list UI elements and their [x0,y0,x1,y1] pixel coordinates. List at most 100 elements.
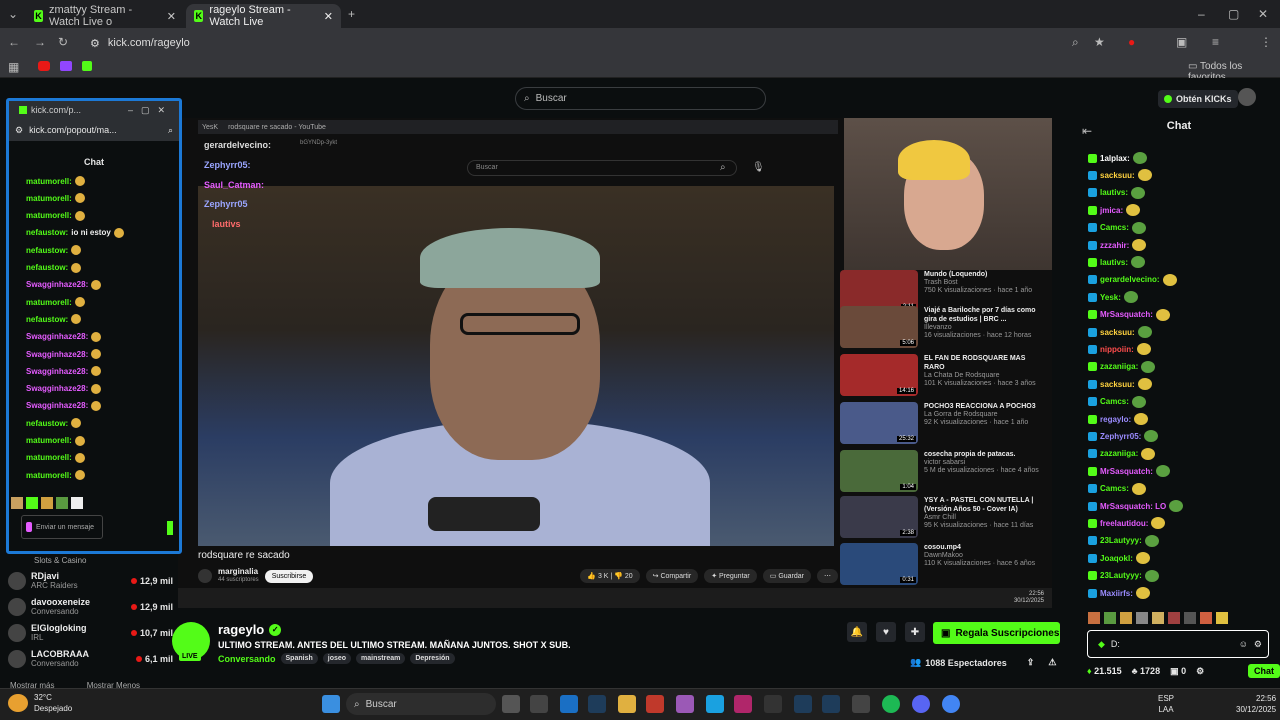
chat-input[interactable]: ◆ D: ☺ ⚙ [1087,630,1269,658]
send-button[interactable] [167,521,173,535]
chat-username[interactable]: zazaniiga: [1100,362,1138,371]
chat-emote-bar[interactable] [1088,612,1268,626]
emote-icon[interactable] [1088,612,1100,624]
taskbar-clock[interactable]: 22:56 30/12/2025 [1236,693,1276,715]
gift-subs-button[interactable]: ▣ Regala Suscripciones [933,622,1060,644]
chat-username[interactable]: matumorell: [26,453,72,462]
edge-icon[interactable] [706,695,724,713]
share-button[interactable]: ↪ Compartir [645,569,699,583]
user-avatar[interactable] [1238,88,1256,106]
sidebar-channel[interactable]: davooxeneize Conversando 12,9 mil [8,594,173,620]
share-icon[interactable]: ⇪ [1027,657,1035,668]
chat-username[interactable]: regaylo: [1100,415,1131,424]
steam-icon[interactable] [588,695,606,713]
close-icon[interactable]: ✕ [324,10,333,23]
tab-search-icon[interactable]: ⌄ [8,7,18,21]
discord-icon[interactable] [912,695,930,713]
chat-username[interactable]: matumorell: [26,177,72,186]
settings-icon[interactable]: ⚙ [15,125,23,136]
chat-username[interactable]: zazaniiga: [1100,449,1138,458]
task-view-icon[interactable] [502,695,520,713]
youtube-icon[interactable] [38,61,50,71]
tab-zmattyy[interactable]: K zmattyy Stream - Watch Live o ✕ [26,4,184,28]
chat-username[interactable]: 23Lautyyy: [1100,571,1142,580]
twitch-icon[interactable] [60,61,72,71]
chat-username[interactable]: Zephyrr05: [1100,432,1141,441]
chat-username[interactable]: Swagginhaze28: [26,367,88,376]
emote-icon[interactable] [1120,612,1132,624]
emote-picker-icon[interactable]: ☺ [1239,639,1248,649]
emote-icon[interactable] [11,497,23,509]
emote-icon[interactable] [71,497,83,509]
chat-username[interactable]: Yesk: [1100,293,1121,302]
mic-icon[interactable]: 🎙 [752,162,765,173]
chat-username[interactable]: MrSasquatch: [1100,310,1153,319]
site-info-icon[interactable]: ⚙ [90,37,100,50]
sidebar-channel[interactable]: RDjavi ARC Raiders 12,9 mil [8,568,173,594]
emote-icon[interactable] [41,497,53,509]
sidebar-channel[interactable]: LACOBRAAA Conversando 6,1 mil [8,646,173,672]
chat-username[interactable]: gerardelvecino: [1100,275,1160,284]
zoom-icon[interactable]: ⌕ [168,125,173,136]
app-icon[interactable] [734,695,752,713]
chat-username[interactable]: nefaustow: [26,263,68,272]
save-button[interactable]: ▭ Guardar [762,569,811,583]
kick-search-input[interactable]: ⌕ Buscar [515,87,766,110]
chat-username[interactable]: MrSasquatch: LO [1100,502,1166,511]
more-button[interactable]: ⋯ [817,569,838,583]
more-vertical-icon[interactable]: ⋮ [1260,35,1272,49]
zoom-icon[interactable]: ⌕ [1072,35,1079,50]
heart-icon[interactable]: ♥ [876,622,896,642]
tab-rageylo[interactable]: K rageylo Stream - Watch Live ✕ [186,4,341,28]
kicks-display[interactable]: ♣ 1728 [1132,666,1160,676]
stream-category[interactable]: Conversando [218,654,276,664]
emote-icon[interactable] [1216,612,1228,624]
obtain-kicks-button[interactable]: Obtén KICKs [1158,90,1238,108]
minimize-icon[interactable]: – [1198,7,1205,21]
popout-url-bar[interactable]: ⚙ kick.com/popout/ma... ⌕ [9,119,179,141]
language-indicator[interactable]: ESP LAA [1158,693,1174,715]
steam-icon[interactable] [822,695,840,713]
chat-username[interactable]: jmica: [1100,206,1123,215]
like-button[interactable]: 👍 3 K | 👎 20 [580,569,640,583]
close-window-icon[interactable]: ✕ [1258,7,1268,21]
chat-username[interactable]: nippoiin: [1100,345,1134,354]
subscribe-button[interactable]: Suscribirse [264,569,314,583]
notification-bell-icon[interactable]: 🔔 [847,622,867,642]
chat-username[interactable]: nefaustow: [26,315,68,324]
chat-username[interactable]: Joaqokl: [1100,554,1133,563]
taskbar-search[interactable]: ⌕ Buscar [346,693,496,715]
report-icon[interactable]: ⚠ [1048,657,1056,668]
file-explorer-icon[interactable] [618,695,636,713]
stream-tag[interactable]: mainstream [356,653,406,664]
chat-username[interactable]: Camcs: [1100,484,1129,493]
chat-username[interactable]: matumorell: [26,211,72,220]
emote-icon[interactable] [1136,612,1148,624]
emote-icon[interactable] [26,497,38,509]
windows-start-icon[interactable] [322,695,340,713]
chat-username[interactable]: lautivs: [1100,258,1128,267]
chat-username[interactable]: Camcs: [1100,397,1129,406]
chat-username[interactable]: sacksuu: [1100,380,1135,389]
app-icon[interactable] [764,695,782,713]
url-field[interactable]: ⚙ kick.com/rageylo [84,33,1064,53]
emote-icon[interactable] [1200,612,1212,624]
reload-icon[interactable]: ↻ [58,35,68,49]
maximize-icon[interactable]: ▢ [1228,7,1239,21]
chat-username[interactable]: Swagginhaze28: [26,280,88,289]
streamer-name[interactable]: rageylo ✓ [218,622,282,637]
stream-tag[interactable]: Depresión [410,653,455,664]
count-display[interactable]: ▣ 0 [1170,666,1186,677]
channel-avatar[interactable] [198,569,212,583]
settings-icon[interactable]: ⚙ [1196,666,1204,677]
app-icon[interactable] [530,695,548,713]
close-icon[interactable]: ✕ [167,10,176,23]
chat-username[interactable]: MrSasquatch: [1100,467,1153,476]
weather-widget[interactable]: 32°C Despejado [34,692,72,714]
outlook-icon[interactable] [560,695,578,713]
yt-recommended-item[interactable]: 5:06 Viajé a Bariloche por 7 días como g… [840,306,1040,352]
yt-recommended-item[interactable]: 2:38 YSY A - PASTEL CON NUTELLA | (Versi… [840,496,1040,542]
chat-username[interactable]: matumorell: [26,436,72,445]
stream-tag[interactable]: joseo [322,653,352,664]
emote-icon[interactable] [1152,612,1164,624]
